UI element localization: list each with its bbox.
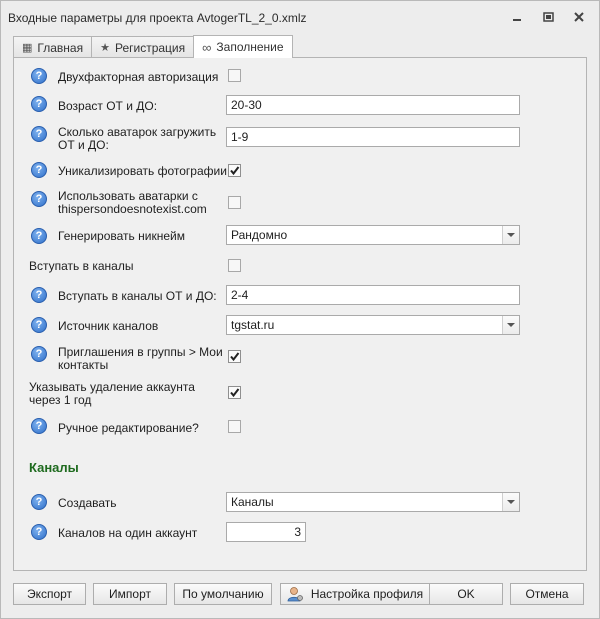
gen-nickname-select[interactable]: Рандомно bbox=[226, 225, 520, 245]
channels-section-title: Каналы bbox=[29, 460, 79, 475]
tab-filling-label: Заполнение bbox=[216, 40, 284, 54]
ok-button[interactable]: OK bbox=[429, 583, 503, 605]
profile-settings-label: Настройка профиля bbox=[310, 587, 424, 601]
checkmark-icon bbox=[230, 388, 240, 398]
join-channels-range-label: Вступать в каналы ОТ и ДО: bbox=[58, 289, 217, 303]
tab-main[interactable]: ▦ Главная bbox=[13, 36, 93, 58]
settings-panel: ? Двухфакторная авторизация ? Возраст ОТ… bbox=[13, 57, 587, 571]
manual-edit-label: Ручное редактирование? bbox=[58, 421, 199, 435]
unique-photos-label: Уникализировать фотографии bbox=[58, 164, 227, 178]
avatars-count-input[interactable] bbox=[226, 127, 520, 147]
group-invites-label: Приглашения в группы > Мои контакты bbox=[58, 345, 223, 372]
tab-registration[interactable]: ★ Регистрация bbox=[91, 36, 195, 58]
use-tpdne-checkbox[interactable] bbox=[228, 196, 241, 209]
join-channels-checkbox[interactable] bbox=[228, 259, 241, 272]
infinity-icon: ∞ bbox=[202, 39, 212, 55]
age-label: Возраст ОТ и ДО: bbox=[58, 99, 158, 113]
checkmark-icon bbox=[230, 352, 240, 362]
create-label: Создавать bbox=[58, 496, 117, 510]
help-icon[interactable]: ? bbox=[31, 68, 47, 84]
user-profile-icon bbox=[287, 587, 303, 602]
dialog-window: Входные параметры для проекта AvtogerTL_… bbox=[0, 0, 600, 619]
help-icon[interactable]: ? bbox=[31, 162, 47, 178]
two-factor-label: Двухфакторная авторизация bbox=[58, 70, 219, 84]
help-icon[interactable]: ? bbox=[31, 418, 47, 434]
channel-source-label: Источник каналов bbox=[58, 319, 159, 333]
help-icon[interactable]: ? bbox=[31, 96, 47, 112]
import-button[interactable]: Импорт bbox=[93, 583, 167, 605]
export-button[interactable]: Экспорт bbox=[13, 583, 86, 605]
help-icon[interactable]: ? bbox=[31, 287, 47, 303]
maximize-button[interactable] bbox=[540, 9, 556, 25]
chevron-down-icon[interactable] bbox=[502, 493, 519, 511]
per-account-label: Каналов на один аккаунт bbox=[58, 526, 198, 540]
help-icon[interactable]: ? bbox=[31, 126, 47, 142]
gen-nickname-value: Рандомно bbox=[231, 228, 288, 242]
help-icon[interactable]: ? bbox=[31, 317, 47, 333]
help-icon[interactable]: ? bbox=[31, 524, 47, 540]
gen-nickname-label: Генерировать никнейм bbox=[58, 229, 185, 243]
channel-source-select[interactable]: tgstat.ru bbox=[226, 315, 520, 335]
close-button[interactable] bbox=[571, 9, 587, 25]
cancel-button[interactable]: Отмена bbox=[510, 583, 584, 605]
join-channels-label: Вступать в каналы bbox=[29, 259, 134, 273]
star-icon: ★ bbox=[100, 42, 110, 54]
tab-registration-label: Регистрация bbox=[114, 40, 186, 55]
title-bar: Входные параметры для проекта AvtogerTL_… bbox=[1, 1, 599, 33]
create-select[interactable]: Каналы bbox=[226, 492, 520, 512]
channel-source-value: tgstat.ru bbox=[231, 318, 275, 332]
two-factor-checkbox[interactable] bbox=[228, 69, 241, 82]
age-input[interactable] bbox=[226, 95, 520, 115]
help-icon[interactable]: ? bbox=[31, 191, 47, 207]
minimize-button[interactable] bbox=[509, 9, 525, 25]
checkmark-icon bbox=[230, 166, 240, 176]
help-icon[interactable]: ? bbox=[31, 346, 47, 362]
profile-settings-button[interactable]: Настройка профиля bbox=[280, 583, 430, 605]
tab-main-label: Главная bbox=[37, 40, 84, 55]
minimize-icon bbox=[513, 19, 521, 21]
help-icon[interactable]: ? bbox=[31, 494, 47, 510]
group-invites-checkbox[interactable] bbox=[228, 350, 241, 363]
delete-after-year-checkbox[interactable] bbox=[228, 386, 241, 399]
unique-photos-checkbox[interactable] bbox=[228, 164, 241, 177]
create-value: Каналы bbox=[231, 495, 274, 509]
avatars-count-label: Сколько аватарок загружить ОТ и ДО: bbox=[58, 125, 217, 152]
tab-strip: ▦ Главная ★ Регистрация ∞ Заполнение bbox=[13, 35, 293, 58]
grid-icon: ▦ bbox=[22, 42, 33, 54]
close-icon bbox=[574, 12, 584, 22]
restore-icon bbox=[542, 12, 554, 22]
use-tpdne-label: Использовать аватарки с thispersondoesno… bbox=[58, 189, 207, 216]
chevron-down-icon[interactable] bbox=[502, 316, 519, 334]
delete-after-year-label: Указывать удаление аккаунта через 1 год bbox=[29, 380, 195, 407]
chevron-down-icon[interactable] bbox=[502, 226, 519, 244]
window-title: Входные параметры для проекта AvtogerTL_… bbox=[8, 11, 307, 25]
join-channels-range-input[interactable] bbox=[226, 285, 520, 305]
manual-edit-checkbox[interactable] bbox=[228, 420, 241, 433]
per-account-input[interactable] bbox=[226, 522, 306, 542]
tab-filling[interactable]: ∞ Заполнение bbox=[193, 35, 293, 58]
help-icon[interactable]: ? bbox=[31, 228, 47, 244]
defaults-button[interactable]: По умолчанию bbox=[174, 583, 272, 605]
